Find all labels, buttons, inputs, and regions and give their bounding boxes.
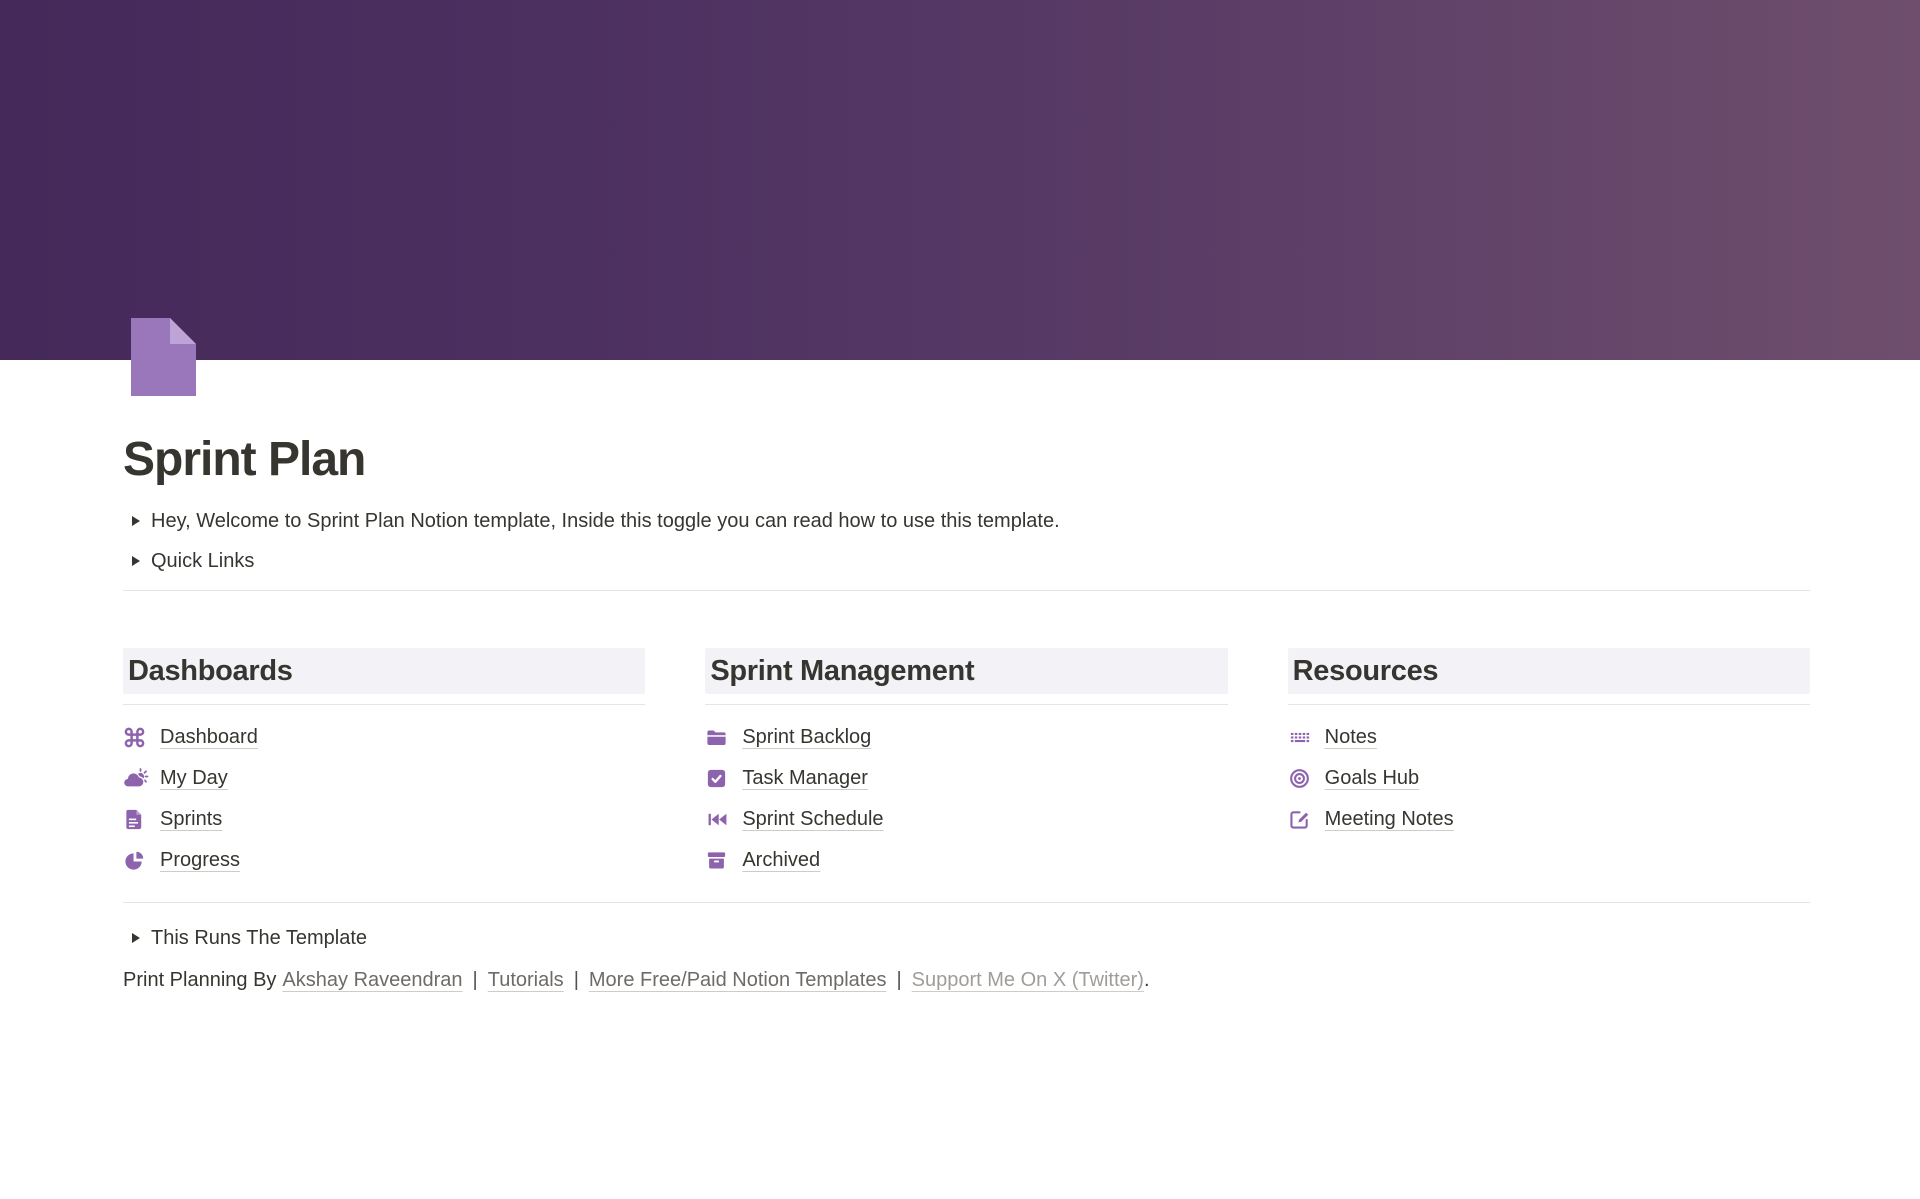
command-icon <box>123 726 149 750</box>
footer-suffix: . <box>1144 967 1150 993</box>
sprint-management-header-block: Sprint Management <box>705 648 1227 694</box>
page-lines-icon <box>123 808 149 832</box>
dashboards-link-list: Dashboard <box>123 717 645 881</box>
target-icon <box>1288 767 1314 791</box>
divider <box>123 902 1810 903</box>
column-resources: Resources Notes <box>1288 648 1810 881</box>
welcome-toggle-label: Hey, Welcome to Sprint Plan Notion templ… <box>147 508 1060 534</box>
quick-links-toggle[interactable]: Quick Links <box>123 541 1810 581</box>
quick-links-toggle-label: Quick Links <box>147 548 254 574</box>
footer-prefix: Print Planning By <box>123 967 276 993</box>
resources-header-block: Resources <box>1288 648 1810 694</box>
divider <box>705 704 1227 705</box>
dashboards-header-block: Dashboards <box>123 648 645 694</box>
page-link-goals-hub[interactable]: Goals Hub <box>1288 758 1810 799</box>
runs-template-toggle[interactable]: This Runs The Template <box>123 918 1810 958</box>
footer-separator: | <box>886 967 911 993</box>
checkbox-icon <box>705 767 731 791</box>
footer-separator: | <box>564 967 589 993</box>
page-link-dashboard[interactable]: Dashboard <box>123 717 645 758</box>
page-link-sprint-backlog[interactable]: Sprint Backlog <box>705 717 1227 758</box>
sprint-management-link-list: Sprint Backlog Task Manager <box>705 717 1227 881</box>
dashboards-heading: Dashboards <box>128 655 637 687</box>
column-sprint-management: Sprint Management Sprint Backlog <box>705 648 1227 881</box>
sprint-backlog-link[interactable]: Sprint Backlog <box>742 726 871 749</box>
pie-chart-icon <box>123 849 149 873</box>
divider <box>123 590 1810 591</box>
sprint-schedule-link[interactable]: Sprint Schedule <box>742 808 883 831</box>
sun-cloud-icon <box>123 767 149 791</box>
templates-link[interactable]: More Free/Paid Notion Templates <box>589 967 887 993</box>
archive-box-icon <box>705 849 731 873</box>
rewind-icon <box>705 808 731 832</box>
my-day-link[interactable]: My Day <box>160 767 228 790</box>
folder-icon <box>705 726 731 750</box>
page-link-meeting-notes[interactable]: Meeting Notes <box>1288 799 1810 840</box>
meeting-notes-link[interactable]: Meeting Notes <box>1325 808 1454 831</box>
goals-hub-link[interactable]: Goals Hub <box>1325 767 1420 790</box>
dashboard-link[interactable]: Dashboard <box>160 726 258 749</box>
columns-section: Dashboards Dashboard <box>123 648 1810 881</box>
archived-link[interactable]: Archived <box>742 849 820 872</box>
column-dashboards: Dashboards Dashboard <box>123 648 645 881</box>
sprints-link[interactable]: Sprints <box>160 808 222 831</box>
page-link-notes[interactable]: Notes <box>1288 717 1810 758</box>
divider <box>123 704 645 705</box>
page-cover <box>0 0 1920 360</box>
task-manager-link[interactable]: Task Manager <box>742 767 868 790</box>
page-icon[interactable] <box>131 318 209 396</box>
toggle-triangle-icon[interactable] <box>123 509 147 533</box>
page-link-progress[interactable]: Progress <box>123 840 645 881</box>
runs-template-toggle-label: This Runs The Template <box>147 925 367 951</box>
toggle-triangle-icon[interactable] <box>123 549 147 573</box>
page-link-sprint-schedule[interactable]: Sprint Schedule <box>705 799 1227 840</box>
support-link[interactable]: Support Me On X (Twitter) <box>912 967 1144 993</box>
progress-link[interactable]: Progress <box>160 849 240 872</box>
page-link-sprints[interactable]: Sprints <box>123 799 645 840</box>
resources-link-list: Notes Goals Hub <box>1288 717 1810 840</box>
welcome-toggle[interactable]: Hey, Welcome to Sprint Plan Notion templ… <box>123 501 1810 541</box>
divider <box>1288 704 1810 705</box>
sprint-management-heading: Sprint Management <box>710 655 1219 687</box>
resources-heading: Resources <box>1293 655 1802 687</box>
page-link-task-manager[interactable]: Task Manager <box>705 758 1227 799</box>
notes-link[interactable]: Notes <box>1325 726 1377 749</box>
footer-credits: Print Planning By Akshay Raveendran | Tu… <box>123 960 1810 1000</box>
compose-icon <box>1288 808 1314 832</box>
keyboard-icon <box>1288 726 1314 750</box>
toggle-triangle-icon[interactable] <box>123 926 147 950</box>
page-link-archived[interactable]: Archived <box>705 840 1227 881</box>
tutorials-link[interactable]: Tutorials <box>488 967 564 993</box>
document-page-icon <box>131 318 197 396</box>
footer-separator: | <box>463 967 488 993</box>
page-body: Sprint Plan Hey, Welcome to Sprint Plan … <box>0 318 1920 1000</box>
page-title: Sprint Plan <box>123 432 1810 487</box>
page-link-my-day[interactable]: My Day <box>123 758 645 799</box>
author-link[interactable]: Akshay Raveendran <box>282 967 462 993</box>
